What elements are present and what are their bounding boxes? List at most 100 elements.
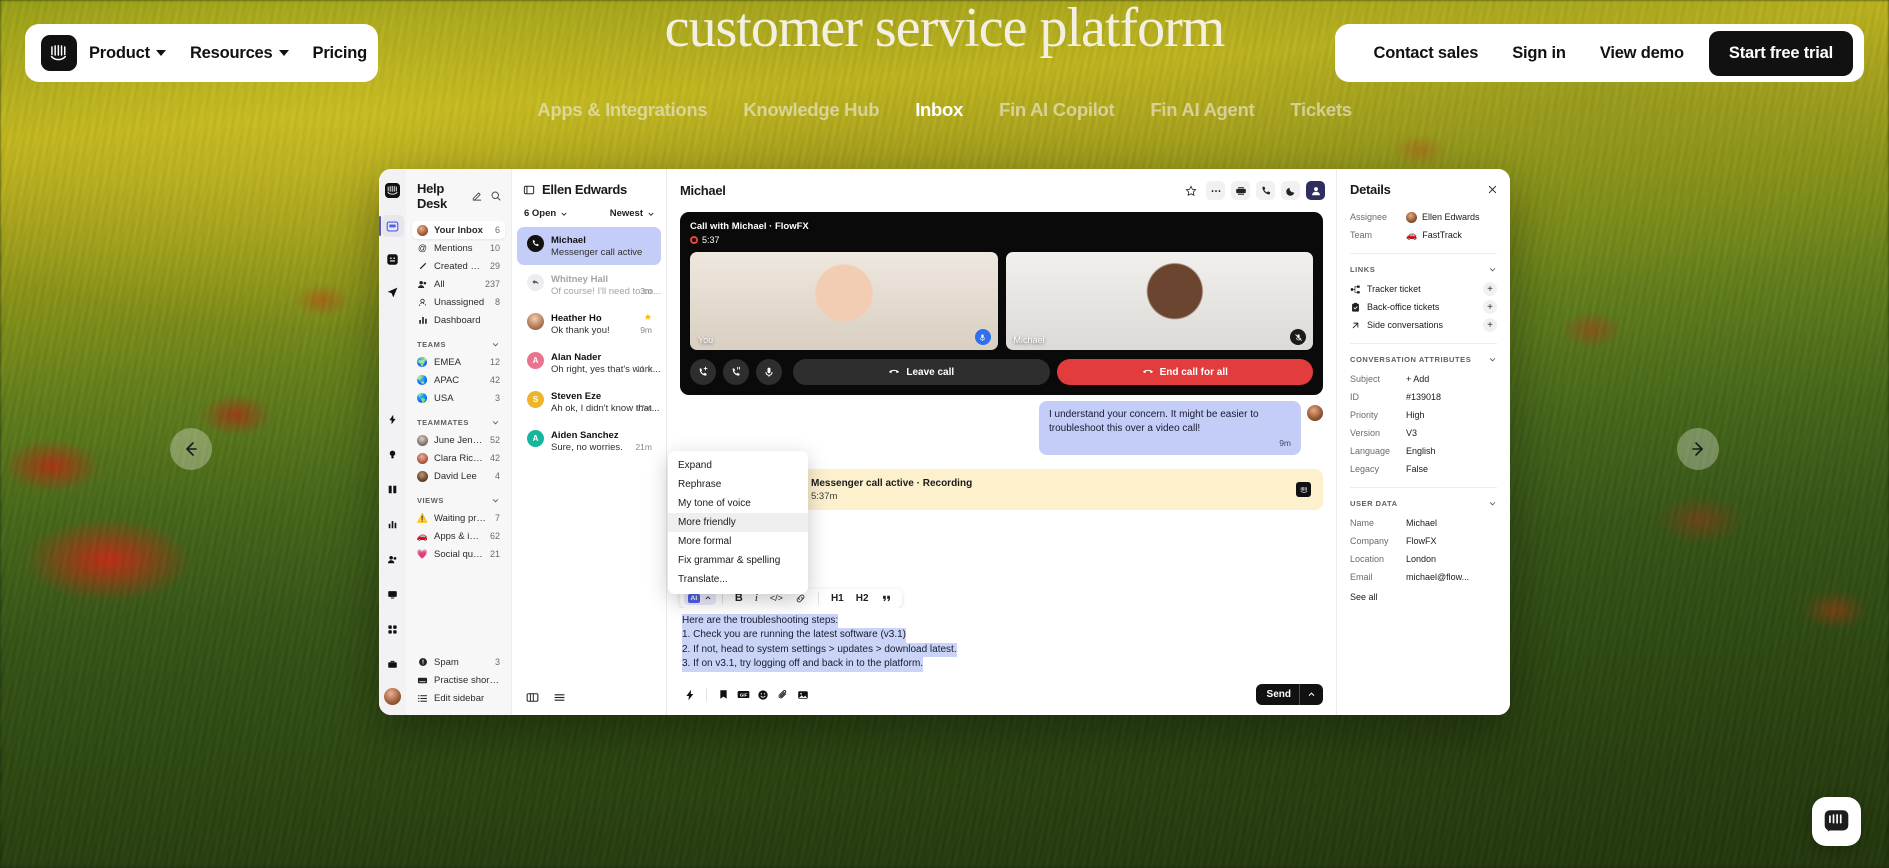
rail-item-contacts[interactable] (382, 548, 404, 570)
carousel-next-button[interactable] (1677, 428, 1719, 470)
lightning-icon[interactable] (680, 686, 700, 704)
nav-item-pricing[interactable]: Pricing (301, 44, 380, 63)
ai-menu-item-my-tone-of-voice[interactable]: My tone of voice (668, 494, 808, 513)
tab-knowledge-hub[interactable]: Knowledge Hub (743, 99, 879, 121)
rail-item-messenger[interactable] (382, 248, 404, 270)
nav-item-view-demo[interactable]: View demo (1583, 44, 1701, 63)
snooze-moon-icon[interactable] (1281, 181, 1300, 200)
avatar[interactable] (384, 688, 401, 705)
list-item[interactable]: Michael Messenger call active (517, 227, 661, 265)
sidebar-item-emea[interactable]: 🌍 EMEA 12 (412, 353, 505, 371)
sidebar-item-all[interactable]: All 237 (412, 275, 505, 293)
sidebar-section-views[interactable]: VIEWS (412, 485, 505, 509)
tab-inbox[interactable]: Inbox (915, 99, 963, 121)
code-icon[interactable]: </> (764, 593, 789, 603)
add-icon[interactable]: + (1483, 318, 1497, 332)
person-icon[interactable] (1306, 181, 1325, 200)
phone-icon[interactable] (1256, 181, 1275, 200)
details-row-subject[interactable]: Subject + Add (1350, 370, 1497, 388)
sidebar-item-created-by-you[interactable]: Created by you 29 (412, 257, 505, 275)
tab-fin-ai-agent[interactable]: Fin AI Agent (1150, 99, 1254, 121)
chevron-up-icon[interactable] (1300, 685, 1323, 704)
ai-menu-item-expand[interactable]: Expand (668, 456, 808, 475)
add-icon[interactable]: + (1483, 300, 1497, 314)
video-tile-remote[interactable]: Michael (1005, 252, 1313, 350)
emoji-icon[interactable] (753, 686, 773, 704)
link-icon[interactable] (789, 593, 812, 604)
intercom-logo-icon[interactable] (41, 35, 77, 71)
intercom-logo-icon[interactable] (382, 179, 404, 201)
ai-menu-item-more-friendly[interactable]: More friendly (668, 513, 808, 532)
video-tile-self[interactable]: You (690, 252, 998, 350)
more-horizontal-icon[interactable] (1206, 181, 1225, 200)
details-row-legacy[interactable]: Legacy False (1350, 460, 1497, 478)
sidebar-item-spam[interactable]: Spam 3 (412, 653, 505, 671)
mic-on-icon[interactable] (974, 329, 991, 345)
carousel-prev-button[interactable] (170, 428, 212, 470)
list-item[interactable]: Heather Ho Ok thank you! ★ 9m (517, 305, 661, 343)
see-all-button[interactable]: See all (1350, 586, 1497, 602)
sidebar-item-waiting-premium[interactable]: ⚠️ Waiting premium 7 (412, 509, 505, 527)
details-row-priority[interactable]: Priority High (1350, 406, 1497, 424)
quote-icon[interactable] (875, 593, 898, 604)
open-filter-dropdown[interactable]: 6 Open (524, 208, 568, 219)
send-button[interactable]: Send (1255, 684, 1323, 705)
details-section-attributes[interactable]: CONVERSATION ATTRIBUTES (1350, 353, 1497, 370)
compose-icon[interactable] (471, 190, 483, 202)
details-link-side-conversations[interactable]: Side conversations + (1350, 316, 1497, 334)
details-link-tracker-ticket[interactable]: Tracker ticket + (1350, 280, 1497, 298)
nav-item-sign-in[interactable]: Sign in (1495, 44, 1583, 63)
ai-menu-item-rephrase[interactable]: Rephrase (668, 475, 808, 494)
rail-item-outbound[interactable] (382, 281, 404, 303)
sidebar-item-practise-shortcuts[interactable]: Practise shortcuts (412, 671, 505, 689)
nav-item-product[interactable]: Product (77, 44, 178, 63)
rail-item-automations[interactable] (382, 408, 404, 430)
ai-menu-item-translate[interactable]: Translate... (668, 570, 808, 589)
rail-item-messages[interactable] (382, 583, 404, 605)
end-call-for-all-button[interactable]: End call for all (1056, 359, 1313, 385)
details-section-links[interactable]: LINKS (1350, 263, 1497, 280)
sidebar-section-teammates[interactable]: TEAMMATES (412, 407, 505, 431)
list-item[interactable]: A Alan Nader Oh right, yes that's work..… (517, 344, 661, 382)
saved-reply-icon[interactable] (713, 686, 733, 704)
leave-call-button[interactable]: Leave call (793, 359, 1050, 385)
messenger-launcher-button[interactable] (1812, 797, 1861, 846)
search-icon[interactable] (490, 190, 502, 202)
tab-tickets[interactable]: Tickets (1290, 99, 1352, 121)
mic-icon[interactable] (756, 359, 782, 385)
add-call-icon[interactable] (690, 359, 716, 385)
attachment-icon[interactable] (773, 686, 793, 704)
details-row-language[interactable]: Language English (1350, 442, 1497, 460)
list-view-icon[interactable] (553, 691, 566, 704)
tab-fin-ai-copilot[interactable]: Fin AI Copilot (999, 99, 1115, 121)
panel-toggle-icon[interactable] (523, 184, 535, 196)
list-item[interactable]: Whitney Hall Of course! I'll need to co.… (517, 266, 661, 304)
add-icon[interactable]: + (1483, 282, 1497, 296)
ai-menu-item-fix-grammar-spelling[interactable]: Fix grammar & spelling (668, 551, 808, 570)
sidebar-item-apac[interactable]: 🌏 APAC 42 (412, 371, 505, 389)
composer-editor[interactable]: Here are the troubleshooting steps: 1. C… (680, 607, 1323, 672)
list-item[interactable]: A Aiden Sanchez Sure, no worries. 21m (517, 422, 661, 460)
list-item[interactable]: S Steven Eze Ah ok, I didn't know that..… (517, 383, 661, 421)
sidebar-item-dashboard[interactable]: Dashboard (412, 311, 505, 329)
sidebar-item-june-jenson[interactable]: June Jenson 52 (412, 431, 505, 449)
details-row-version[interactable]: Version V3 (1350, 424, 1497, 442)
rail-item-insights[interactable] (382, 443, 404, 465)
sort-dropdown[interactable]: Newest (610, 208, 655, 219)
sidebar-item-apps-integrations[interactable]: 🚗 Apps & integrations 62 (412, 527, 505, 545)
sidebar-section-teams[interactable]: TEAMS (412, 329, 505, 353)
rail-item-apps[interactable] (382, 618, 404, 640)
star-icon[interactable]: ★ (644, 312, 652, 323)
ai-menu-item-more-formal[interactable]: More formal (668, 532, 808, 551)
mic-off-icon[interactable] (1290, 329, 1306, 345)
rail-item-workspace[interactable] (382, 653, 404, 675)
details-row-assignee[interactable]: Assignee Ellen Edwards (1350, 208, 1497, 226)
nav-item-contact-sales[interactable]: Contact sales (1357, 44, 1496, 63)
sidebar-item-mentions[interactable]: @ Mentions 10 (412, 239, 505, 257)
rail-item-knowledge[interactable] (382, 478, 404, 500)
close-icon[interactable] (1487, 184, 1498, 195)
sidebar-item-social-queries[interactable]: 💗 Social queries 21 (412, 545, 505, 563)
rail-item-inbox[interactable] (381, 215, 404, 237)
tab-apps-integrations[interactable]: Apps & Integrations (537, 99, 707, 121)
star-icon[interactable] (1181, 181, 1200, 200)
